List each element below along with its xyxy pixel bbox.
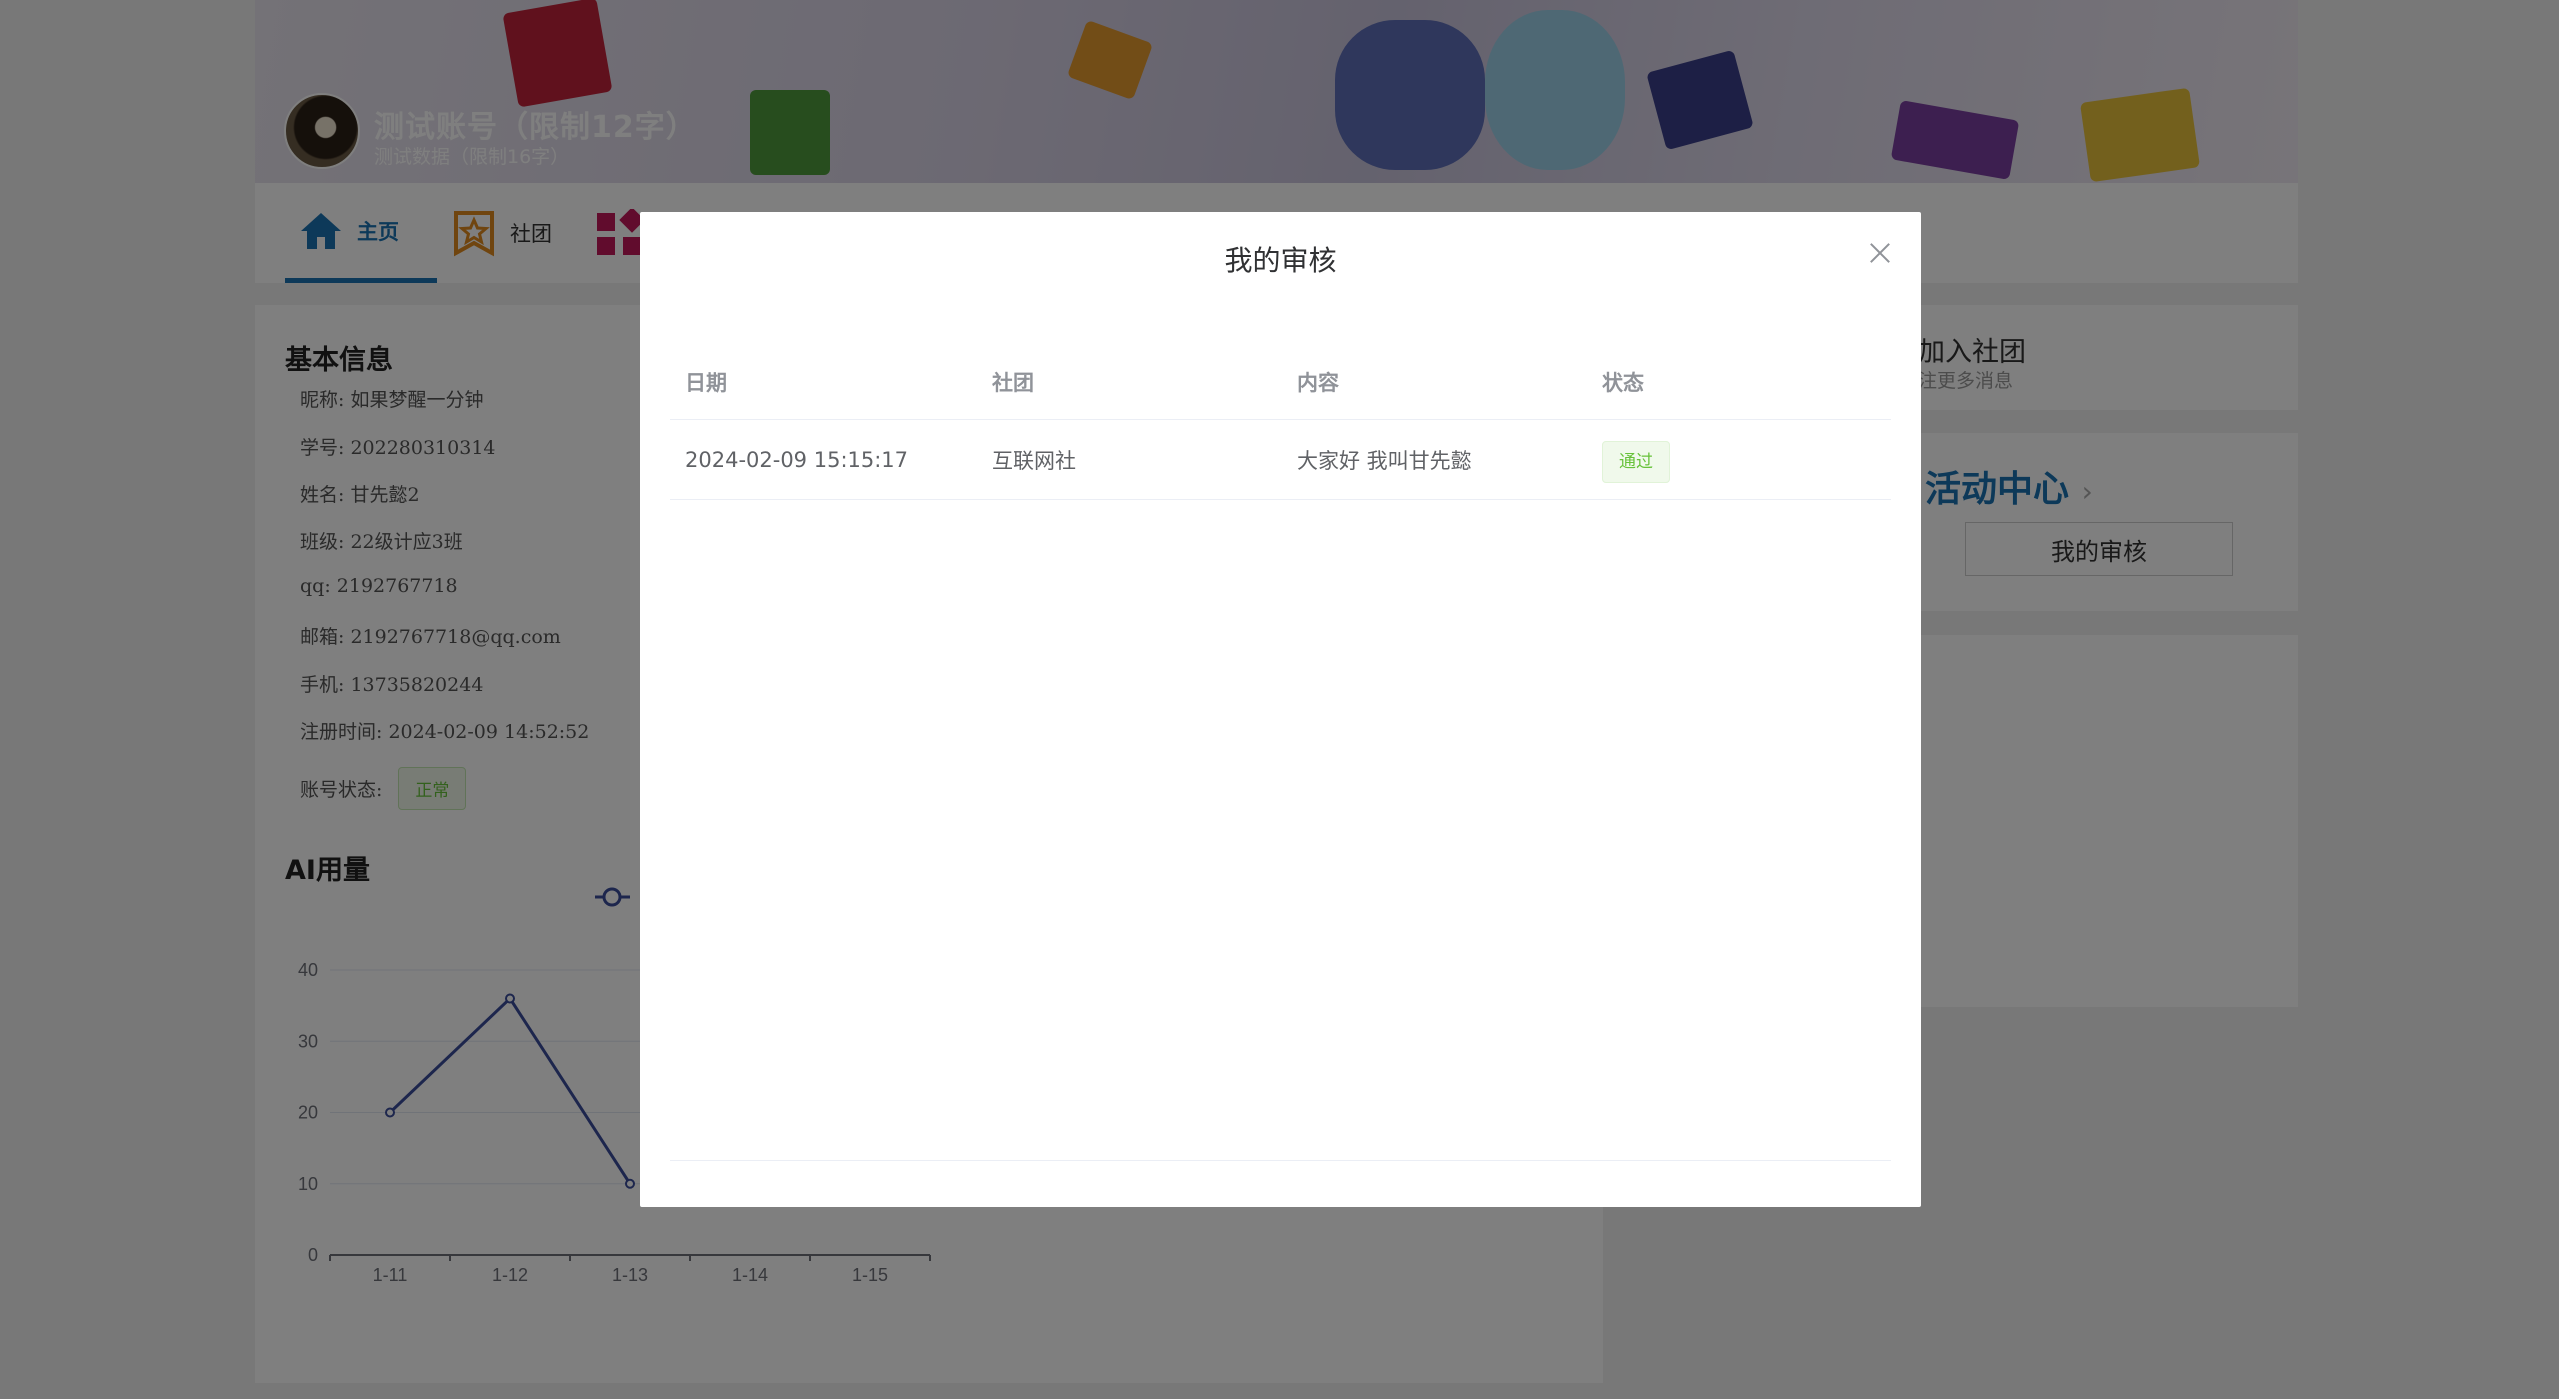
audit-table: 日期 社团 内容 状态 2024-02-09 15:15:17 互联网社 大家好… [670,344,1891,500]
status-badge: 通过 [1602,441,1670,483]
cell-date: 2024-02-09 15:15:17 [685,447,909,472]
my-audit-dialog: 我的审核 日期 社团 内容 状态 2024-02-09 15:15:17 互联网… [640,212,1921,1207]
close-icon[interactable] [1867,240,1893,266]
column-header-club: 社团 [992,370,1034,395]
cell-club: 互联网社 [992,448,1076,473]
column-header-content: 内容 [1297,370,1339,395]
column-header-date: 日期 [685,370,727,395]
column-header-status: 状态 [1602,370,1644,395]
dialog-divider [670,1160,1891,1161]
table-header: 日期 社团 内容 状态 [670,344,1891,420]
dialog-title: 我的审核 [1224,244,1337,277]
table-row[interactable]: 2024-02-09 15:15:17 互联网社 大家好 我叫甘先懿 通过 [670,420,1891,500]
cell-content: 大家好 我叫甘先懿 [1297,448,1472,473]
